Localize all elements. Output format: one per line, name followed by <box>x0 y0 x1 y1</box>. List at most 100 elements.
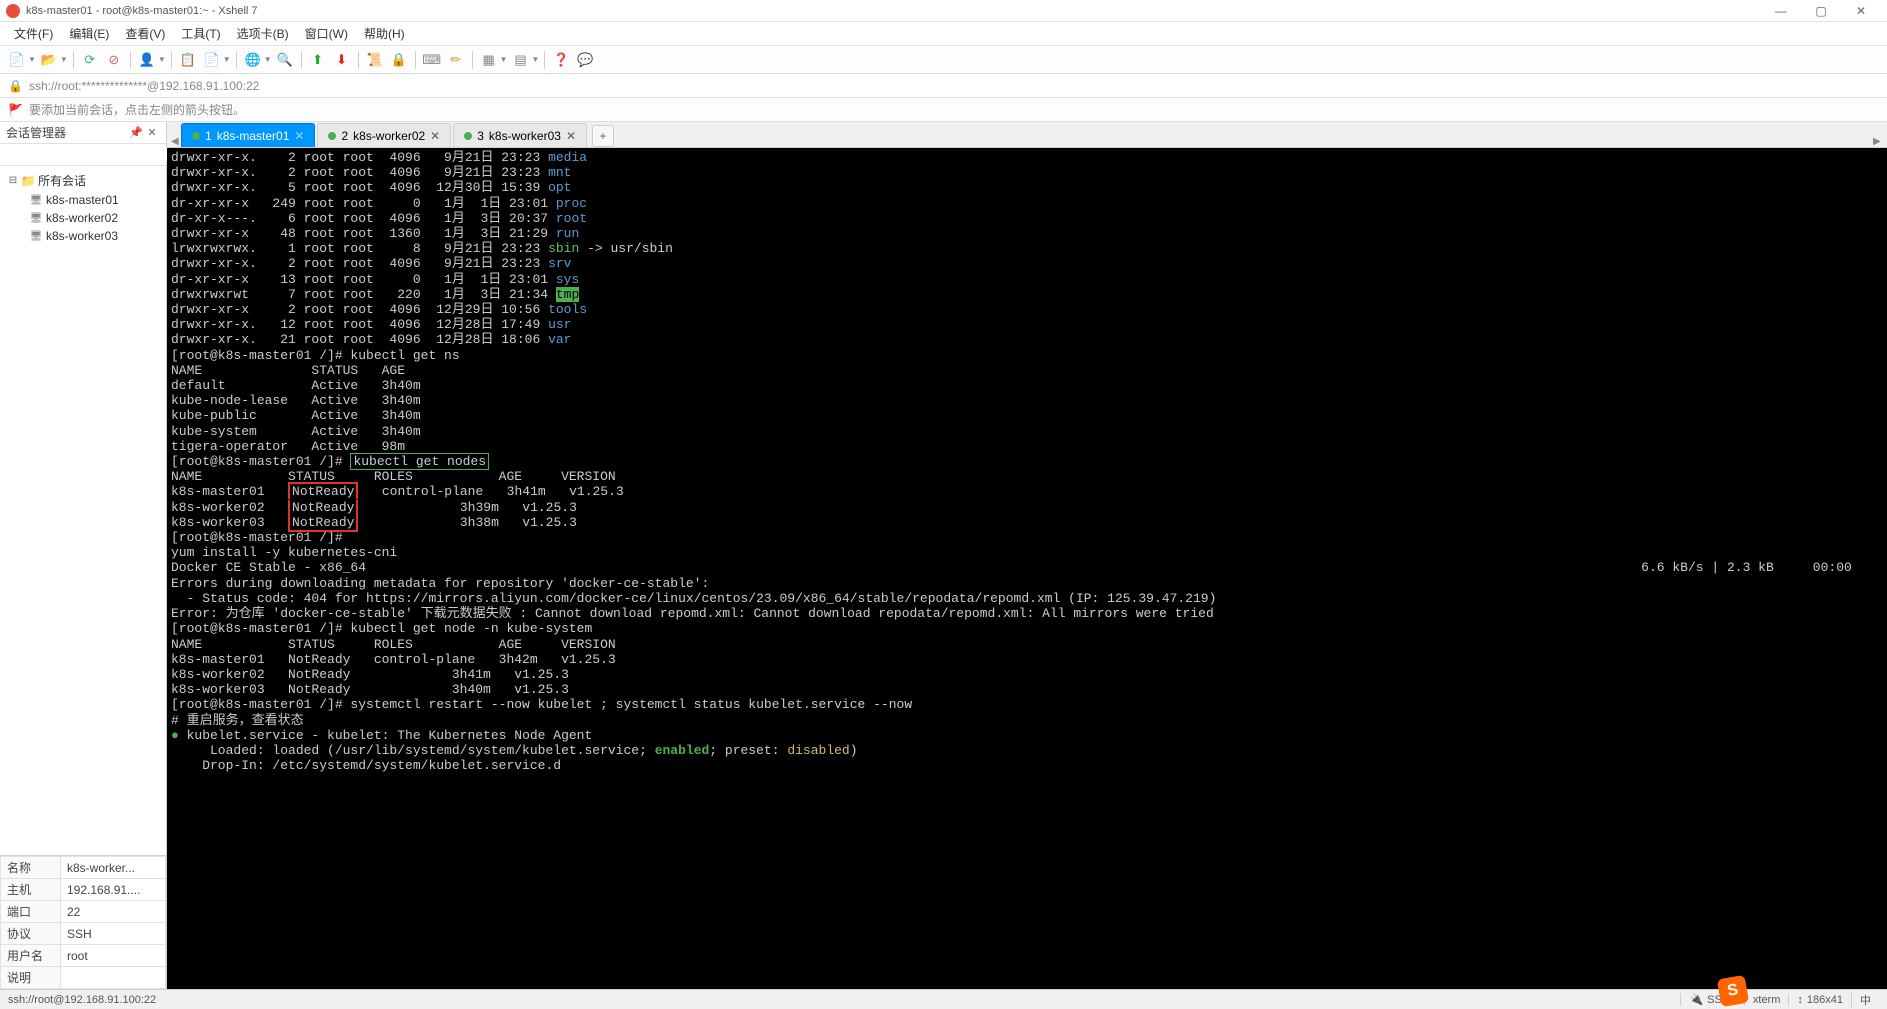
tab-close-icon[interactable]: ✕ <box>430 129 440 143</box>
status-dot-icon <box>464 132 472 140</box>
prop-user-value: root <box>61 945 166 967</box>
tree-node-label: k8s-worker02 <box>46 211 118 225</box>
tab-label: k8s-master01 <box>217 129 290 143</box>
menu-view[interactable]: 查看(V) <box>119 23 171 44</box>
sidebar-title: 会话管理器 <box>6 124 128 141</box>
status-dot-icon <box>328 132 336 140</box>
tree-node-master01[interactable]: 🖥 k8s-master01 <box>0 191 166 209</box>
toolbar: 📄▼ 📂▼ ⟳ ⊘ 👤▼ 📋 📄▼ 🌐▼ 🔍 ⬆ ⬇ 📜 🔒 ⌨ ✏ ▦▼ ▤▼… <box>0 46 1887 74</box>
addressbar: 🔒 ssh://root:**************@192.168.91.1… <box>0 74 1887 98</box>
info-text: 要添加当前会话，点击左侧的箭头按钮。 <box>29 101 245 118</box>
tree-node-worker02[interactable]: 🖥 k8s-worker02 <box>0 209 166 227</box>
window-title: k8s-master01 - root@k8s-master01:~ - Xsh… <box>26 5 1761 17</box>
prop-port-label: 端口 <box>1 901 61 923</box>
prop-name-value: k8s-worker... <box>61 857 166 879</box>
help-icon[interactable]: ❓ <box>550 49 572 71</box>
sidebar-header: 会话管理器 📌 ✕ <box>0 122 166 144</box>
prop-host-label: 主机 <box>1 879 61 901</box>
transfer-down-icon[interactable]: ⬇ <box>331 49 353 71</box>
transfer-up-icon[interactable]: ⬆ <box>307 49 329 71</box>
tree-node-worker03[interactable]: 🖥 k8s-worker03 <box>0 227 166 245</box>
prop-port-value: 22 <box>61 901 166 923</box>
tab-num: 1 <box>205 129 212 143</box>
menu-tools[interactable]: 工具(T) <box>175 23 226 44</box>
close-button[interactable]: ✕ <box>1841 4 1881 18</box>
sidebar-pin-icon[interactable]: 📌 <box>128 126 144 139</box>
statusbar: ssh://root@192.168.91.100:22 🔌SSH2 xterm… <box>0 989 1887 1009</box>
tab-scroll-right-icon[interactable]: ▶ <box>1873 136 1883 147</box>
prop-name-label: 名称 <box>1 857 61 879</box>
menubar: 文件(F) 编辑(E) 查看(V) 工具(T) 选项卡(B) 窗口(W) 帮助(… <box>0 22 1887 46</box>
prop-protocol-value: SSH <box>61 923 166 945</box>
tree-node-label: k8s-worker03 <box>46 229 118 243</box>
tab-num: 3 <box>477 129 484 143</box>
ime-badge-icon[interactable]: S <box>1717 975 1749 1007</box>
tab-worker02[interactable]: 2 k8s-worker02 ✕ <box>317 123 451 147</box>
tab-scroll-left-icon[interactable]: ◀ <box>171 136 181 147</box>
tab-close-icon[interactable]: ✕ <box>294 129 304 143</box>
menu-help[interactable]: 帮助(H) <box>358 23 411 44</box>
tile-icon[interactable]: ▤ <box>510 49 532 71</box>
terminal[interactable]: drwxr-xr-x. 2 root root 4096 9月21日 23:23… <box>167 148 1887 989</box>
folder-icon: 📁 <box>20 174 36 188</box>
tab-worker03[interactable]: 3 k8s-worker03 ✕ <box>453 123 587 147</box>
menu-window[interactable]: 窗口(W) <box>299 23 354 44</box>
tree-root-label: 所有会话 <box>38 172 86 189</box>
profile-icon[interactable]: 👤 <box>136 49 158 71</box>
sidebar-search: 🔍 <box>0 144 166 166</box>
sidebar-close-icon[interactable]: ✕ <box>144 126 160 139</box>
lock-icon[interactable]: 🔒 <box>388 49 410 71</box>
prop-desc-label: 说明 <box>1 967 61 989</box>
status-ime: 中 <box>1851 992 1879 1008</box>
sidebar: 会话管理器 📌 ✕ 🔍 ⊟ 📁 所有会话 🖥 k8s-master01 🖥 k8… <box>0 122 167 989</box>
reconnect-icon[interactable]: ⟳ <box>79 49 101 71</box>
menu-file[interactable]: 文件(F) <box>8 23 59 44</box>
status-dot-icon <box>192 132 200 140</box>
prop-host-value: 192.168.91.... <box>61 879 166 901</box>
menu-tabs[interactable]: 选项卡(B) <box>231 23 295 44</box>
globe-icon[interactable]: 🌐 <box>242 49 264 71</box>
open-folder-icon[interactable]: 📂 <box>38 49 60 71</box>
tabbar: ◀ 1 k8s-master01 ✕ 2 k8s-worker02 ✕ 3 k8… <box>167 122 1887 148</box>
paste-icon[interactable]: 📄 <box>201 49 223 71</box>
host-icon: 🖥 <box>28 231 44 242</box>
status-term: xterm <box>1744 994 1789 1006</box>
tab-close-icon[interactable]: ✕ <box>566 129 576 143</box>
copy-icon[interactable]: 📋 <box>177 49 199 71</box>
tab-add-button[interactable]: + <box>592 125 614 147</box>
layout-icon[interactable]: ▦ <box>478 49 500 71</box>
tab-label: k8s-worker02 <box>353 129 425 143</box>
menu-edit[interactable]: 编辑(E) <box>63 23 115 44</box>
new-session-icon[interactable]: 📄 <box>6 49 28 71</box>
session-tree: ⊟ 📁 所有会话 🖥 k8s-master01 🖥 k8s-worker02 🖥… <box>0 166 166 855</box>
keyboard-icon[interactable]: ⌨ <box>421 49 443 71</box>
prop-desc-value <box>61 967 166 989</box>
titlebar: k8s-master01 - root@k8s-master01:~ - Xsh… <box>0 0 1887 22</box>
prop-user-label: 用户名 <box>1 945 61 967</box>
tree-root[interactable]: ⊟ 📁 所有会话 <box>0 170 166 191</box>
script-icon[interactable]: 📜 <box>364 49 386 71</box>
collapse-icon[interactable]: ⊟ <box>6 175 20 186</box>
status-connection: ssh://root@192.168.91.100:22 <box>8 994 1680 1006</box>
session-properties: 名称k8s-worker... 主机192.168.91.... 端口22 协议… <box>0 855 166 989</box>
flag-icon: 🚩 <box>8 103 23 117</box>
tab-num: 2 <box>341 129 348 143</box>
tree-node-label: k8s-master01 <box>46 193 119 207</box>
host-icon: 🖥 <box>28 195 44 206</box>
lock-indicator-icon: 🔒 <box>8 79 23 93</box>
maximize-button[interactable]: ▢ <box>1801 4 1841 18</box>
chat-icon[interactable]: 💬 <box>574 49 596 71</box>
highlight-icon[interactable]: ✏ <box>445 49 467 71</box>
search-input[interactable] <box>0 148 167 162</box>
host-icon: 🖥 <box>28 213 44 224</box>
status-size: ↕186x41 <box>1788 994 1851 1006</box>
content: ◀ 1 k8s-master01 ✕ 2 k8s-worker02 ✕ 3 k8… <box>167 122 1887 989</box>
infobar: 🚩 要添加当前会话，点击左侧的箭头按钮。 <box>0 98 1887 122</box>
minimize-button[interactable]: — <box>1761 4 1801 18</box>
app-icon <box>6 4 20 18</box>
find-icon[interactable]: 🔍 <box>274 49 296 71</box>
address-text[interactable]: ssh://root:**************@192.168.91.100… <box>29 79 259 93</box>
disconnect-icon[interactable]: ⊘ <box>103 49 125 71</box>
tab-master01[interactable]: 1 k8s-master01 ✕ <box>181 123 315 147</box>
prop-protocol-label: 协议 <box>1 923 61 945</box>
